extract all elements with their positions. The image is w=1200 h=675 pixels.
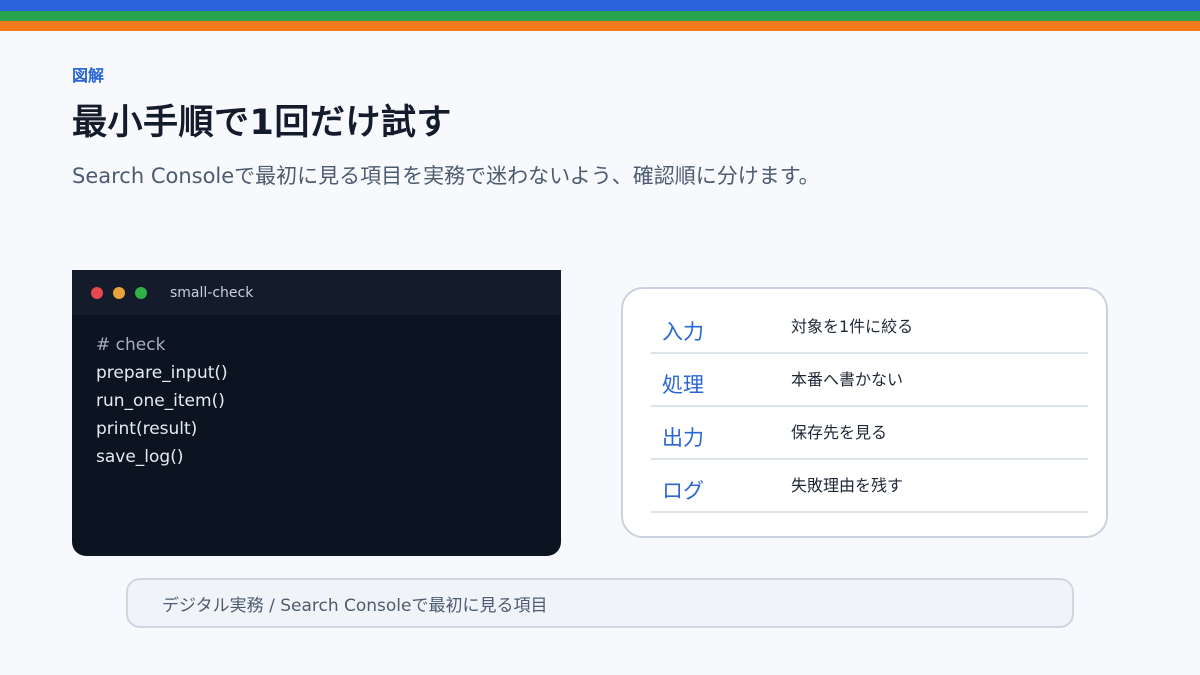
step-value: 本番へ書かない xyxy=(791,369,904,389)
code-window-title: small-check xyxy=(170,284,254,301)
code-window-titlebar: small-check xyxy=(72,270,561,315)
steps-list: 入力 対象を1件に絞る 処理 本番へ書かない 出力 保存先を見る ログ 失敗理由… xyxy=(651,301,1088,513)
step-row: 出力 保存先を見る xyxy=(651,407,1088,460)
step-row: ログ 失敗理由を残す xyxy=(651,460,1088,513)
steps-card: 入力 対象を1件に絞る 処理 本番へ書かない 出力 保存先を見る ログ 失敗理由… xyxy=(621,287,1108,538)
stripe-green xyxy=(0,11,1200,21)
breadcrumb: デジタル実務 / Search Consoleで最初に見る項目 xyxy=(126,578,1074,628)
step-row: 処理 本番へ書かない xyxy=(651,354,1088,407)
step-key: ログ xyxy=(662,478,704,503)
step-value: 失敗理由を残す xyxy=(791,475,904,495)
step-value: 保存先を見る xyxy=(791,422,888,442)
stripe-blue xyxy=(0,0,1200,11)
step-key: 処理 xyxy=(662,372,704,397)
code-line: run_one_item() xyxy=(96,391,225,411)
page-title: 最小手順で1回だけ試す xyxy=(72,103,452,143)
step-key: 入力 xyxy=(662,319,704,344)
page-subtitle: Search Consoleで最初に見る項目を実務で迷わないよう、確認順に分けま… xyxy=(72,164,820,188)
code-line: print(result) xyxy=(96,419,198,439)
eyebrow-label: 図解 xyxy=(72,66,105,85)
code-line: # check xyxy=(96,335,166,355)
stripe-orange xyxy=(0,21,1200,31)
code-window: small-check # check prepare_input() run_… xyxy=(72,270,561,556)
close-dot-icon[interactable] xyxy=(91,286,103,299)
step-key: 出力 xyxy=(662,425,704,450)
maximize-dot-icon[interactable] xyxy=(135,286,147,299)
step-row: 入力 対象を1件に絞る xyxy=(651,301,1088,354)
code-line: save_log() xyxy=(96,447,184,467)
code-body: # check prepare_input() run_one_item() p… xyxy=(72,315,561,471)
top-stripes xyxy=(0,0,1200,31)
minimize-dot-icon[interactable] xyxy=(113,286,125,299)
code-line: prepare_input() xyxy=(96,363,228,383)
step-value: 対象を1件に絞る xyxy=(791,316,914,336)
